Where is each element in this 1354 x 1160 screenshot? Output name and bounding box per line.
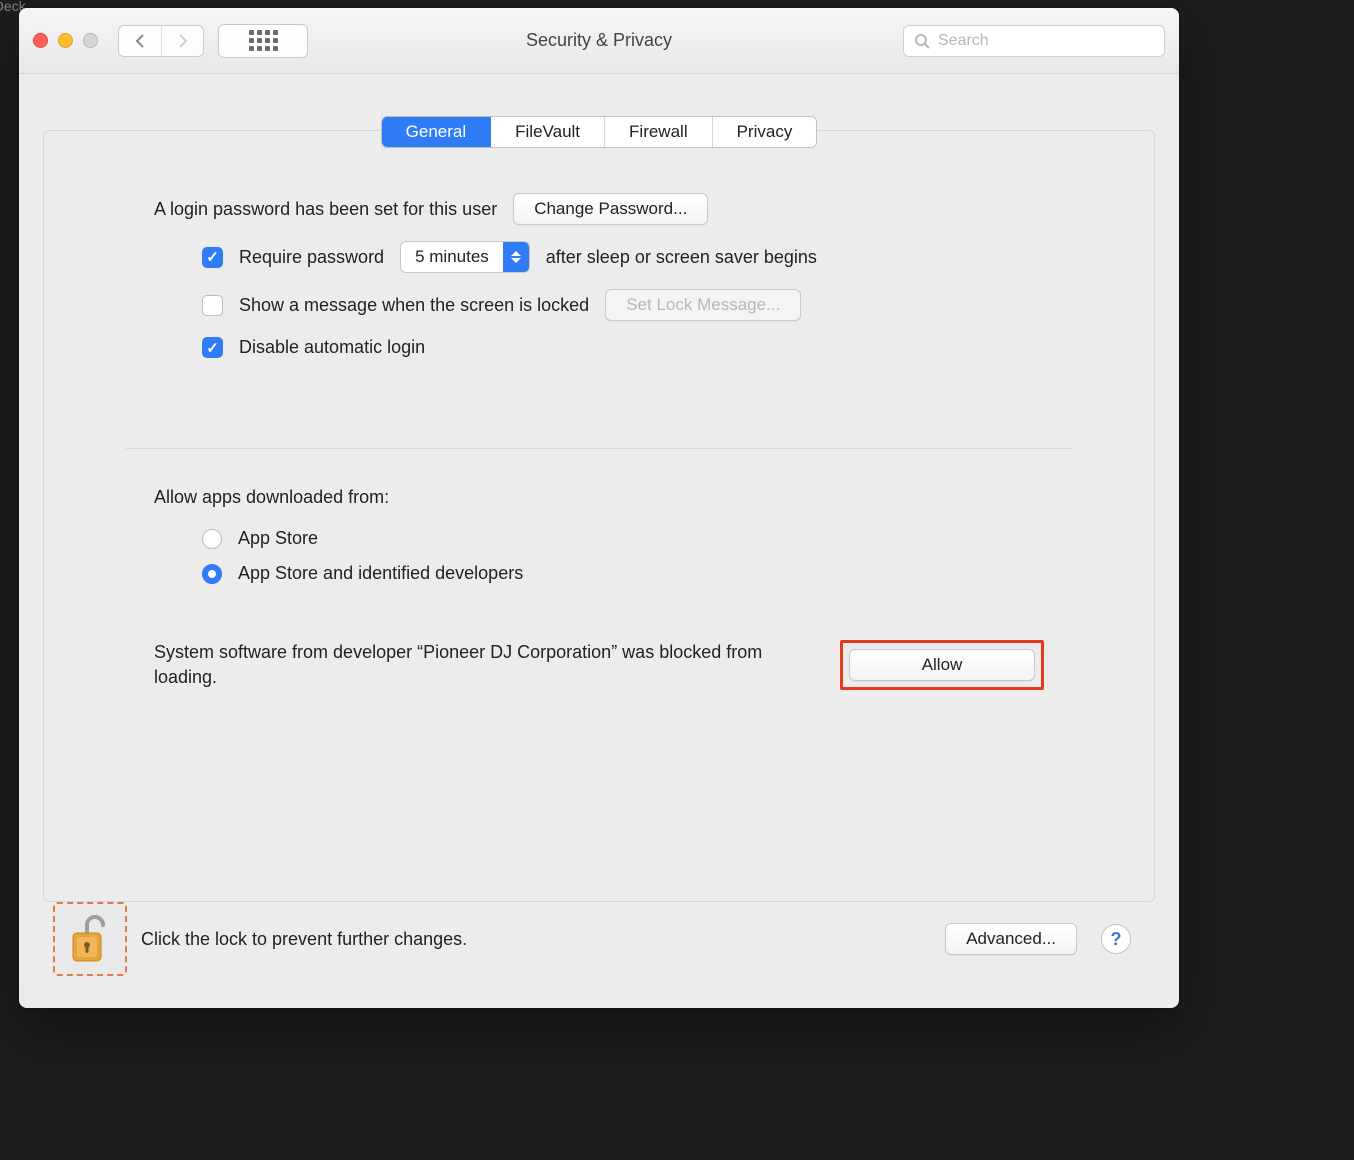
panel-divider	[126, 448, 1072, 449]
stepper-icon	[503, 242, 529, 272]
general-panel: A login password has been set for this u…	[43, 130, 1155, 902]
tab-firewall[interactable]: Firewall	[605, 117, 713, 147]
change-password-button[interactable]: Change Password...	[513, 193, 708, 225]
search-icon	[914, 33, 930, 49]
require-password-suffix: after sleep or screen saver begins	[546, 247, 817, 268]
lock-highlight-box	[53, 902, 127, 976]
blocked-software-text: System software from developer “Pioneer …	[154, 640, 794, 690]
radio-app-store-identified[interactable]	[202, 564, 222, 584]
radio-app-store-identified-label: App Store and identified developers	[238, 563, 523, 584]
footer: Click the lock to prevent further change…	[43, 902, 1155, 990]
tab-general[interactable]: General	[382, 117, 491, 147]
search-field[interactable]	[903, 25, 1165, 57]
window-traffic-lights	[33, 33, 98, 48]
show-all-prefs-button[interactable]	[218, 24, 308, 58]
allow-apps-heading: Allow apps downloaded from:	[154, 487, 389, 508]
window-title: Security & Privacy	[526, 30, 672, 51]
help-button[interactable]: ?	[1101, 924, 1131, 954]
chevron-right-icon	[177, 34, 189, 48]
require-password-delay-select[interactable]: 5 minutes	[400, 241, 530, 273]
radio-app-store-label: App Store	[238, 528, 318, 549]
tab-filevault[interactable]: FileVault	[491, 117, 605, 147]
show-lock-message-label: Show a message when the screen is locked	[239, 295, 589, 316]
advanced-button[interactable]: Advanced...	[945, 923, 1077, 955]
preferences-window: Security & Privacy General FileVault Fir…	[19, 8, 1179, 1008]
tab-bar: General FileVault Firewall Privacy	[381, 116, 818, 148]
back-button[interactable]	[119, 26, 161, 56]
grid-icon	[249, 30, 278, 51]
require-password-label: Require password	[239, 247, 384, 268]
unlocked-lock-icon[interactable]	[69, 913, 111, 965]
require-password-checkbox[interactable]: ✓	[202, 247, 223, 268]
nav-back-forward	[118, 25, 204, 57]
login-password-text: A login password has been set for this u…	[154, 199, 497, 220]
tab-privacy[interactable]: Privacy	[713, 117, 817, 147]
chevron-left-icon	[134, 34, 146, 48]
disable-auto-login-checkbox[interactable]: ✓	[202, 337, 223, 358]
close-window-button[interactable]	[33, 33, 48, 48]
radio-app-store[interactable]	[202, 529, 222, 549]
zoom-window-button[interactable]	[83, 33, 98, 48]
forward-button[interactable]	[161, 26, 203, 56]
allow-highlight-box: Allow	[840, 640, 1044, 690]
lock-caption: Click the lock to prevent further change…	[141, 929, 467, 950]
set-lock-message-button: Set Lock Message...	[605, 289, 801, 321]
minimize-window-button[interactable]	[58, 33, 73, 48]
require-password-delay-value: 5 minutes	[401, 247, 503, 267]
show-lock-message-checkbox[interactable]	[202, 295, 223, 316]
search-input[interactable]	[938, 32, 1154, 50]
toolbar: Security & Privacy	[19, 8, 1179, 74]
content: General FileVault Firewall Privacy A log…	[19, 74, 1179, 1008]
disable-auto-login-label: Disable automatic login	[239, 337, 425, 358]
allow-button[interactable]: Allow	[849, 649, 1035, 681]
